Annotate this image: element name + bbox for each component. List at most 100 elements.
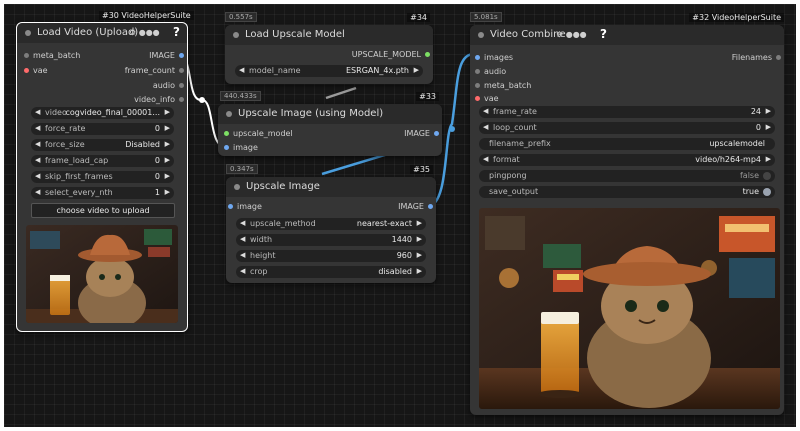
wire-upscaled-image-link bbox=[321, 152, 389, 176]
arrow-right-icon[interactable]: ▶ bbox=[165, 140, 170, 148]
widget-frame-rate[interactable]: ◀ frame_rate 24 ▶ bbox=[479, 106, 775, 118]
arrow-right-icon[interactable]: ▶ bbox=[417, 251, 422, 259]
arrow-right-icon[interactable]: ▶ bbox=[165, 172, 170, 180]
arrow-right-icon[interactable]: ▶ bbox=[165, 108, 170, 116]
widget-upscale-method[interactable]: ◀ upscale_method nearest-exact ▶ bbox=[236, 218, 426, 230]
arrow-right-icon[interactable]: ▶ bbox=[417, 267, 422, 275]
node-title-bar[interactable]: Video Combine ⚙ ●●● ? bbox=[470, 25, 784, 45]
arrow-right-icon[interactable]: ▶ bbox=[165, 156, 170, 164]
node-controls[interactable]: ⚙ ●●● bbox=[556, 30, 587, 39]
cat-preview-image bbox=[479, 208, 780, 409]
node-load-video[interactable]: #30 VideoHelperSuite Load Video (Upload)… bbox=[16, 11, 194, 332]
collapse-dot-icon[interactable] bbox=[226, 111, 232, 117]
widget-video[interactable]: ◀ video cogvideo_final_00001... ▶ bbox=[31, 107, 174, 119]
input-slot-audio[interactable]: audio bbox=[475, 66, 555, 78]
collapse-dot-icon[interactable] bbox=[234, 184, 240, 190]
choose-video-button[interactable]: choose video to upload bbox=[31, 203, 175, 218]
execution-time: 0.347s bbox=[226, 164, 258, 174]
node-title-bar[interactable]: Load Upscale Model bbox=[225, 25, 433, 45]
widget-skip-first-frames[interactable]: ◀ skip_first_frames 0 ▶ bbox=[31, 171, 174, 183]
widget-height[interactable]: ◀ height 960 ▶ bbox=[236, 250, 426, 262]
slot-dot-icon bbox=[179, 83, 184, 88]
widget-select-every-nth[interactable]: ◀ select_every_nth 1 ▶ bbox=[31, 187, 174, 199]
slot-dot-icon bbox=[475, 55, 480, 60]
arrow-left-icon[interactable]: ◀ bbox=[35, 140, 40, 148]
arrow-right-icon[interactable]: ▶ bbox=[417, 235, 422, 243]
output-slot-upscale-model[interactable]: UPSCALE_MODEL bbox=[310, 49, 430, 61]
widget-force-size[interactable]: ◀ force_size Disabled ▶ bbox=[31, 139, 174, 151]
arrow-right-icon[interactable]: ▶ bbox=[766, 123, 771, 131]
arrow-right-icon[interactable]: ▶ bbox=[414, 66, 419, 74]
arrow-left-icon[interactable]: ◀ bbox=[35, 124, 40, 132]
arrow-left-icon[interactable]: ◀ bbox=[239, 66, 244, 74]
toggle-on-icon[interactable] bbox=[763, 188, 771, 196]
arrow-left-icon[interactable]: ◀ bbox=[483, 107, 488, 115]
node-controls[interactable]: ⚙ ●●● bbox=[129, 28, 160, 37]
node-title-bar[interactable]: Upscale Image (using Model) bbox=[218, 104, 442, 124]
output-slot-filenames[interactable]: Filenames bbox=[701, 52, 781, 64]
input-slot-meta-batch[interactable]: meta_batch bbox=[475, 80, 555, 92]
help-icon[interactable]: ? bbox=[173, 25, 180, 39]
node-title-bar[interactable]: Upscale Image bbox=[226, 177, 436, 197]
arrow-left-icon[interactable]: ◀ bbox=[240, 235, 245, 243]
collapse-dot-icon[interactable] bbox=[25, 30, 31, 36]
widget-force-rate[interactable]: ◀ force_rate 0 ▶ bbox=[31, 123, 174, 135]
output-slot-video-info[interactable]: video_info bbox=[104, 94, 184, 106]
arrow-left-icon[interactable]: ◀ bbox=[35, 188, 40, 196]
input-slot-image[interactable]: image bbox=[228, 201, 308, 213]
node-upscale-image-using-model[interactable]: 440.433s #33 Upscale Image (using Model)… bbox=[218, 91, 442, 156]
help-icon[interactable]: ? bbox=[600, 27, 607, 41]
output-slot-image[interactable]: IMAGE bbox=[359, 128, 439, 140]
input-slot-image[interactable]: image bbox=[224, 142, 324, 154]
input-slot-vae[interactable]: vae bbox=[475, 93, 555, 105]
video-preview bbox=[26, 225, 178, 323]
arrow-left-icon[interactable]: ◀ bbox=[240, 267, 245, 275]
arrow-right-icon[interactable]: ▶ bbox=[766, 107, 771, 115]
node-load-upscale-model[interactable]: 0.557s #34 Load Upscale Model UPSCALE_MO… bbox=[225, 12, 433, 84]
node-title: Upscale Image bbox=[246, 181, 320, 192]
input-slot-images[interactable]: images bbox=[475, 52, 555, 64]
arrow-left-icon[interactable]: ◀ bbox=[240, 251, 245, 259]
node-video-combine[interactable]: 5.081s #32 VideoHelperSuite Video Combin… bbox=[470, 12, 784, 415]
execution-time: 440.433s bbox=[220, 91, 261, 101]
collapse-dot-icon[interactable] bbox=[478, 32, 484, 38]
arrow-left-icon[interactable]: ◀ bbox=[240, 219, 245, 227]
arrow-left-icon[interactable]: ◀ bbox=[483, 155, 488, 163]
node-title-bar[interactable]: Load Video (Upload) ⚙ ●●● ? bbox=[17, 23, 187, 43]
widget-pingpong[interactable]: pingpong false bbox=[479, 170, 775, 182]
input-slot-vae[interactable]: vae bbox=[24, 65, 104, 77]
widget-frame-load-cap[interactable]: ◀ frame_load_cap 0 ▶ bbox=[31, 155, 174, 167]
widget-model-name[interactable]: ◀ model_name ESRGAN_4x.pth ▶ bbox=[235, 65, 423, 77]
output-slot-image[interactable]: IMAGE bbox=[353, 201, 433, 213]
wire-reroute-dot bbox=[449, 126, 455, 132]
input-slot-upscale-model[interactable]: upscale_model bbox=[224, 128, 324, 140]
slot-dot-icon bbox=[776, 55, 781, 60]
widget-crop[interactable]: ◀ crop disabled ▶ bbox=[236, 266, 426, 278]
output-slot-audio[interactable]: audio bbox=[104, 80, 184, 92]
arrow-left-icon[interactable]: ◀ bbox=[483, 123, 488, 131]
node-id-tag: #33 bbox=[416, 92, 439, 101]
arrow-right-icon[interactable]: ▶ bbox=[417, 219, 422, 227]
node-graph-canvas[interactable]: #30 VideoHelperSuite Load Video (Upload)… bbox=[4, 4, 796, 427]
arrow-right-icon[interactable]: ▶ bbox=[766, 155, 771, 163]
widget-save-output[interactable]: save_output true bbox=[479, 186, 775, 198]
cat-preview-image bbox=[26, 225, 178, 323]
slot-dot-icon bbox=[475, 83, 480, 88]
toggle-off-icon[interactable] bbox=[763, 172, 771, 180]
node-upscale-image[interactable]: 0.347s #35 Upscale Image image IMAGE ◀ up… bbox=[226, 164, 436, 283]
widget-loop-count[interactable]: ◀ loop_count 0 ▶ bbox=[479, 122, 775, 134]
output-slot-image[interactable]: IMAGE bbox=[104, 50, 184, 62]
output-slot-frame-count[interactable]: frame_count bbox=[104, 65, 184, 77]
arrow-right-icon[interactable]: ▶ bbox=[165, 124, 170, 132]
collapse-dot-icon[interactable] bbox=[233, 32, 239, 38]
input-slot-meta-batch[interactable]: meta_batch bbox=[24, 50, 104, 62]
widget-format[interactable]: ◀ format video/h264-mp4 ▶ bbox=[479, 154, 775, 166]
arrow-left-icon[interactable]: ◀ bbox=[35, 156, 40, 164]
slot-dot-icon bbox=[24, 68, 29, 73]
widget-width[interactable]: ◀ width 1440 ▶ bbox=[236, 234, 426, 246]
arrow-right-icon[interactable]: ▶ bbox=[165, 188, 170, 196]
widget-filename-prefix[interactable]: filename_prefix upscalemodel bbox=[479, 138, 775, 150]
arrow-left-icon[interactable]: ◀ bbox=[35, 172, 40, 180]
slot-dot-icon bbox=[475, 69, 480, 74]
arrow-left-icon[interactable]: ◀ bbox=[35, 108, 40, 116]
